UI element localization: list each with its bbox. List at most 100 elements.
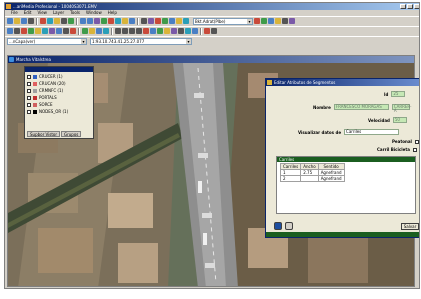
label-icon[interactable]	[176, 18, 182, 24]
layer-item[interactable]: CRMNFC (1)	[27, 87, 91, 94]
visualizar-label: Visualizar datos de	[298, 129, 342, 135]
grid-icon[interactable]	[129, 18, 135, 24]
stop-icon[interactable]	[108, 18, 114, 24]
layer-item[interactable]: SORCE	[27, 101, 91, 108]
flag-icon[interactable]	[254, 18, 260, 24]
settings-icon[interactable]	[282, 18, 288, 24]
globe-icon[interactable]	[274, 222, 282, 230]
layer-icon[interactable]	[122, 18, 128, 24]
star-icon[interactable]	[275, 18, 281, 24]
layer-checkbox[interactable]	[27, 81, 31, 86]
visualizar-select[interactable]: Carriles	[344, 129, 400, 135]
circle-tool-icon[interactable]	[164, 28, 170, 34]
layer-item[interactable]: NODES_OR (1)	[27, 108, 91, 115]
image-tool-icon[interactable]	[192, 28, 198, 34]
edit-icon[interactable]	[96, 28, 102, 34]
polygon-tool-icon[interactable]	[150, 28, 156, 34]
filter-icon[interactable]	[162, 18, 168, 24]
segment-icon[interactable]	[42, 28, 48, 34]
attribute-icon[interactable]	[103, 28, 109, 34]
delete-icon[interactable]	[21, 28, 27, 34]
lock-icon[interactable]	[268, 18, 274, 24]
carril-bici-checkbox[interactable]	[412, 147, 417, 152]
layer-checkbox[interactable]	[27, 109, 31, 114]
query-icon[interactable]	[169, 18, 175, 24]
layer-checkbox[interactable]	[27, 74, 31, 79]
layer-checkbox[interactable]	[27, 95, 31, 100]
column-header[interactable]: Carriles	[279, 163, 302, 170]
table-icon[interactable]	[148, 18, 154, 24]
play-icon[interactable]	[211, 28, 217, 34]
layer-item[interactable]: CRUCER (1)	[27, 73, 91, 80]
dimension-tool-icon[interactable]	[178, 28, 184, 34]
record-icon[interactable]	[204, 28, 210, 34]
chevron-down-icon[interactable]: ▾	[186, 38, 191, 44]
velocidad-field[interactable]: 50	[392, 117, 407, 123]
layer-checkbox[interactable]	[27, 88, 31, 93]
check-icon[interactable]	[261, 18, 267, 24]
chart-icon[interactable]	[155, 18, 161, 24]
route-icon[interactable]	[82, 28, 88, 34]
id-field[interactable]: 25	[391, 91, 406, 97]
table-cell[interactable]: Agnefrand	[317, 169, 345, 176]
layer-item[interactable]: PORTALS	[27, 94, 91, 101]
table-row[interactable]: 2 Agnefrand	[279, 175, 345, 182]
maximize-button[interactable]	[407, 4, 413, 9]
nombre-field[interactable]: FRANCESCO MORAGAS	[333, 104, 389, 110]
salvar-button[interactable]: Salvar	[401, 223, 419, 230]
line-tool-icon[interactable]	[115, 28, 121, 34]
cut-icon[interactable]	[40, 18, 46, 24]
chevron-down-icon[interactable]: ▾	[81, 38, 86, 44]
split-icon[interactable]	[49, 28, 55, 34]
table-cell[interactable]	[300, 175, 319, 182]
add-icon[interactable]	[28, 28, 34, 34]
tab-supbor-vistor[interactable]: Supbor Vistor	[27, 131, 61, 137]
print-icon[interactable]	[28, 18, 34, 24]
paste-icon[interactable]	[54, 18, 60, 24]
layer-combo[interactable]: ...nCapa(ver) ▾	[7, 37, 87, 45]
select-icon[interactable]	[7, 28, 13, 34]
chevron-down-icon[interactable]: ▾	[247, 18, 252, 24]
node-icon[interactable]	[35, 28, 41, 34]
minimize-button[interactable]	[400, 4, 406, 9]
layer-checkbox[interactable]	[27, 102, 31, 107]
rectangle-tool-icon[interactable]	[157, 28, 163, 34]
refresh-icon[interactable]	[285, 222, 293, 230]
close-button[interactable]	[414, 4, 419, 9]
curve-tool-icon[interactable]	[136, 28, 142, 34]
polyline-tool-icon[interactable]	[122, 28, 128, 34]
zoom-in-icon[interactable]	[80, 18, 86, 24]
pan-icon[interactable]	[94, 18, 100, 24]
save-icon[interactable]	[21, 18, 27, 24]
coord-combo[interactable]: 1:93.10.743.41.25.27.077 ▾	[90, 37, 192, 45]
zoom-out-icon[interactable]	[87, 18, 93, 24]
table-cell[interactable]: 2	[279, 175, 302, 182]
point-tool-icon[interactable]	[143, 28, 149, 34]
copy-icon[interactable]	[47, 18, 53, 24]
layer-item[interactable]: CRUCAN (20)	[27, 80, 91, 87]
globe-icon[interactable]	[115, 18, 121, 24]
table-cell[interactable]: Agnefrand	[317, 175, 345, 182]
link-icon[interactable]	[183, 18, 189, 24]
nombre-code-field[interactable]: CARRER-A	[391, 104, 412, 113]
measure-icon[interactable]	[141, 18, 147, 24]
rotate-icon[interactable]	[70, 28, 76, 34]
peatonal-checkbox[interactable]	[414, 139, 419, 144]
merge-icon[interactable]	[56, 28, 62, 34]
arc-tool-icon[interactable]	[129, 28, 135, 34]
refresh-icon[interactable]	[101, 18, 107, 24]
redo-icon[interactable]	[68, 18, 74, 24]
move-icon[interactable]	[14, 28, 20, 34]
path-icon[interactable]	[89, 28, 95, 34]
undo-icon[interactable]	[61, 18, 67, 24]
help-icon[interactable]	[289, 18, 295, 24]
layer-toolbar: ...nCapa(ver) ▾ 1:93.10.743.41.25.27.077…	[5, 36, 419, 45]
new-icon[interactable]	[7, 18, 13, 24]
open-icon[interactable]	[14, 18, 20, 24]
filter-combo[interactable]: Bkt.Adrat(Plbe) ▾	[193, 17, 253, 25]
column-header[interactable]: Ancho	[300, 163, 319, 170]
text-tool-icon[interactable]	[171, 28, 177, 34]
tab-grupos[interactable]: Grupos	[61, 131, 82, 137]
snap-icon[interactable]	[63, 28, 69, 34]
symbol-tool-icon[interactable]	[185, 28, 191, 34]
